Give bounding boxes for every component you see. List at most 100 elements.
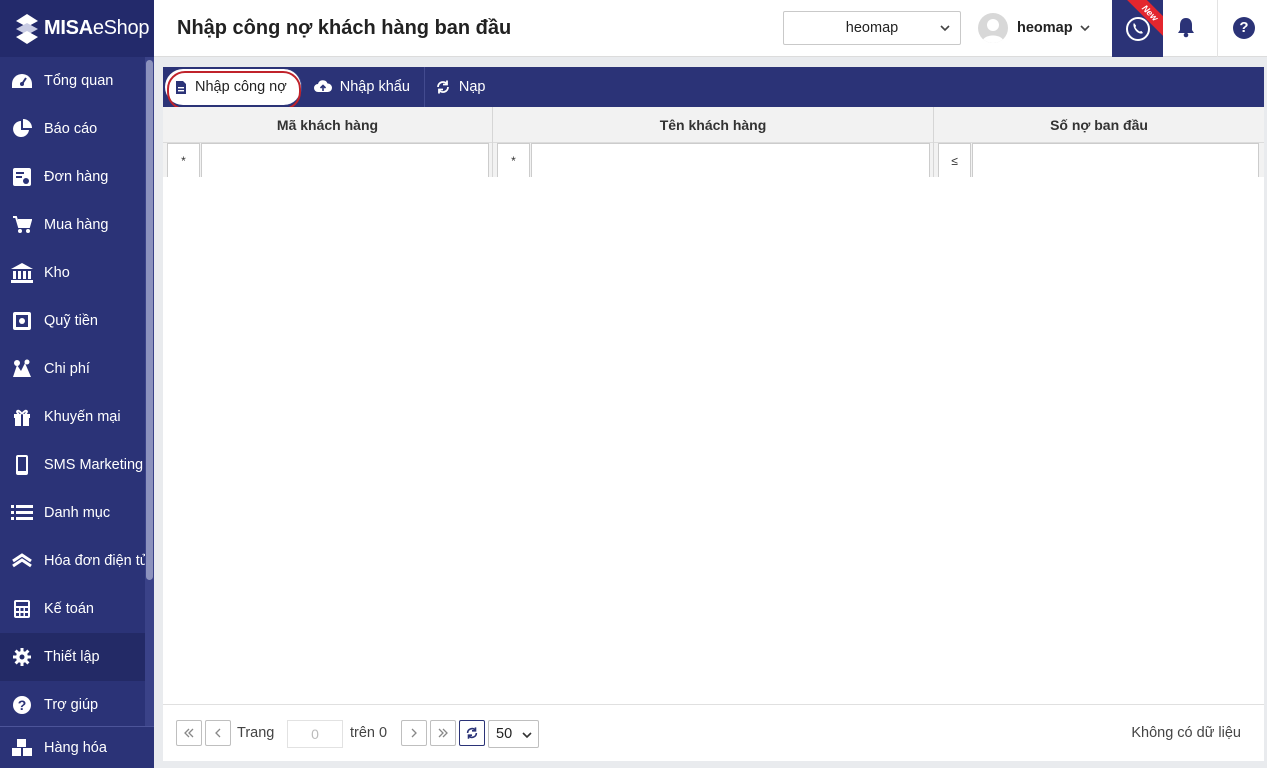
warehouse-icon xyxy=(11,262,33,284)
grid-header: Mã khách hàng Tên khách hàng Số nợ ban đ… xyxy=(163,107,1264,143)
sidebar-item-sms-marketing[interactable]: SMS Marketing xyxy=(0,441,145,489)
calculator-icon xyxy=(11,598,33,620)
prev-page-button[interactable] xyxy=(205,720,231,746)
filter-customer-code-input[interactable] xyxy=(201,143,489,177)
pager-refresh-button[interactable] xyxy=(459,720,485,746)
sidebar-item-label: Khuyến mại xyxy=(44,409,121,425)
filter-operator[interactable]: * xyxy=(497,143,530,177)
sidebar-item-danh-muc[interactable]: Danh mục xyxy=(0,489,145,537)
goods-icon xyxy=(11,737,33,759)
avatar[interactable] xyxy=(978,13,1008,43)
sidebar: MISAeShop Tổng quan Báo cáo Đơn hàng Mua… xyxy=(0,0,154,768)
import-debt-label: Nhập công nợ xyxy=(195,79,287,95)
user-name[interactable]: heomap xyxy=(1017,20,1073,36)
page-of-label: trên 0 xyxy=(350,725,388,741)
next-page-button[interactable] xyxy=(401,720,427,746)
sidebar-item-label: Hàng hóa xyxy=(44,739,107,756)
help-icon: ? xyxy=(11,694,33,716)
header-divider xyxy=(1217,0,1218,57)
page-label: Trang xyxy=(237,725,275,741)
column-header-customer-code[interactable]: Mã khách hàng xyxy=(163,107,493,143)
list-icon xyxy=(11,502,33,524)
page-title: Nhập công nợ khách hàng ban đầu xyxy=(177,17,512,39)
phone-device-icon xyxy=(11,454,33,476)
sidebar-item-quy-tien[interactable]: Quỹ tiền xyxy=(0,297,145,345)
reload-label: Nạp xyxy=(458,79,486,95)
logo-text: MISAeShop xyxy=(44,17,150,39)
pie-chart-icon xyxy=(11,118,33,140)
column-header-customer-name[interactable]: Tên khách hàng xyxy=(493,107,934,143)
store-select[interactable]: heomap xyxy=(783,11,961,45)
document-icon xyxy=(175,80,187,95)
sidebar-item-kho[interactable]: Kho xyxy=(0,249,145,297)
sidebar-item-label: Danh mục xyxy=(44,505,111,521)
chevron-down-icon[interactable] xyxy=(1080,23,1090,33)
import-file-button[interactable]: Nhập khẩu xyxy=(304,67,425,107)
filter-operator[interactable]: ≤ xyxy=(938,143,971,177)
bell-icon[interactable] xyxy=(1176,16,1196,38)
store-select-value: heomap xyxy=(845,20,899,36)
help-icon[interactable]: ? xyxy=(1233,17,1255,39)
sidebar-item-tro-giup[interactable]: ? Trợ giúp xyxy=(0,681,145,729)
cloud-upload-icon xyxy=(313,80,332,94)
chevron-right-icon xyxy=(411,728,417,738)
support-call-button[interactable]: New xyxy=(1112,0,1163,57)
sidebar-item-label: Chi phí xyxy=(44,361,90,377)
filter-cell-customer-code: * xyxy=(163,143,493,177)
sidebar-item-label: Báo cáo xyxy=(44,121,98,137)
sidebar-item-label: Trợ giúp xyxy=(44,697,99,713)
chevron-left-icon xyxy=(215,728,221,738)
pager: Trang trên 0 50 Không có dữ liệu xyxy=(163,704,1264,761)
filter-customer-name-input[interactable] xyxy=(531,143,930,177)
sidebar-nav: Tổng quan Báo cáo Đơn hàng Mua hàng Kho xyxy=(0,57,149,729)
double-chevron-left-icon xyxy=(184,728,194,738)
sidebar-item-ke-toan[interactable]: Kế toán xyxy=(0,585,145,633)
sidebar-item-bao-cao[interactable]: Báo cáo xyxy=(0,105,145,153)
main-content: Nhập công nợ Nhập khẩu Nạp Mã khách hàng… xyxy=(163,67,1264,761)
import-debt-button[interactable]: Nhập công nợ xyxy=(165,69,302,110)
order-icon xyxy=(11,166,33,188)
sidebar-item-label: Hóa đơn điện tử xyxy=(44,553,150,569)
logo[interactable]: MISAeShop xyxy=(0,0,154,57)
top-header: Nhập công nợ khách hàng ban đầu heomap h… xyxy=(154,0,1267,57)
sidebar-scrollbar-thumb[interactable] xyxy=(146,60,153,580)
gift-icon xyxy=(11,406,33,428)
first-page-button[interactable] xyxy=(176,720,202,746)
sidebar-item-chi-phi[interactable]: Chi phí xyxy=(0,345,145,393)
filter-opening-debt-input[interactable] xyxy=(972,143,1259,177)
sidebar-item-khuyen-mai[interactable]: Khuyến mại xyxy=(0,393,145,441)
toolbar: Nhập công nợ Nhập khẩu Nạp xyxy=(163,67,1264,110)
cart-icon xyxy=(11,214,33,236)
refresh-icon xyxy=(466,727,478,739)
grid-filter-row: * * ≤ xyxy=(163,143,1264,177)
sidebar-item-don-hang[interactable]: Đơn hàng xyxy=(0,153,145,201)
refresh-icon xyxy=(435,79,451,95)
import-file-label: Nhập khẩu xyxy=(339,79,410,95)
column-header-opening-debt[interactable]: Số nợ ban đầu xyxy=(934,107,1264,143)
page-size-value: 50 xyxy=(496,726,513,742)
gear-icon xyxy=(11,646,33,668)
sidebar-item-label: Kho xyxy=(44,265,70,281)
sidebar-item-label: SMS Marketing xyxy=(44,457,144,473)
sidebar-item-hang-hoa[interactable]: Hàng hóa xyxy=(0,726,154,768)
filter-cell-opening-debt: ≤ xyxy=(934,143,1264,177)
last-page-button[interactable] xyxy=(430,720,456,746)
sidebar-item-label: Thiết lập xyxy=(44,649,100,665)
sidebar-item-hoa-don-dien-tu[interactable]: Hóa đơn điện tử xyxy=(0,537,149,585)
expense-icon xyxy=(11,358,33,380)
reload-button[interactable]: Nạp xyxy=(425,67,500,107)
page-number-input[interactable] xyxy=(287,720,343,748)
misa-logo-icon xyxy=(16,13,38,44)
invoice-icon xyxy=(11,550,33,572)
sidebar-item-thiet-lap[interactable]: Thiết lập xyxy=(0,633,145,681)
filter-operator[interactable]: * xyxy=(167,143,200,177)
empty-data-text: Không có dữ liệu xyxy=(1131,725,1241,741)
sidebar-item-tong-quan[interactable]: Tổng quan xyxy=(0,57,145,105)
chevron-down-icon xyxy=(940,25,950,32)
sidebar-item-mua-hang[interactable]: Mua hàng xyxy=(0,201,145,249)
page-size-select[interactable]: 50 xyxy=(488,720,539,748)
sidebar-item-label: Tổng quan xyxy=(44,73,114,89)
sidebar-item-label: Kế toán xyxy=(44,601,94,617)
double-chevron-right-icon xyxy=(438,728,448,738)
svg-text:?: ? xyxy=(18,697,27,713)
